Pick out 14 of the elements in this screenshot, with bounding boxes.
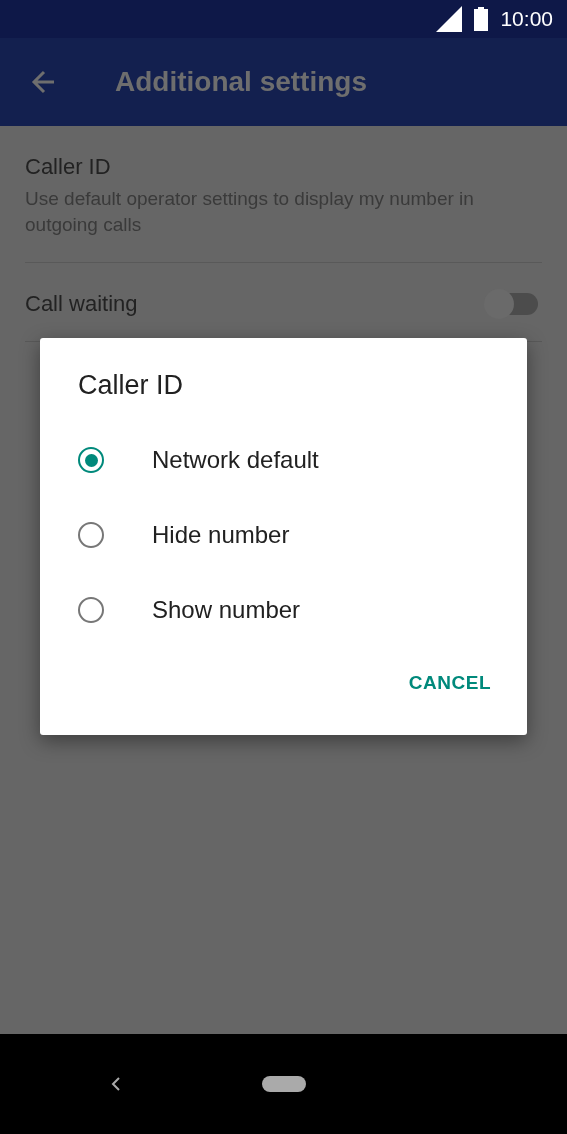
clock: 10:00 (500, 7, 553, 31)
option-label[interactable]: Show number (152, 596, 301, 624)
signal-icon (436, 6, 463, 32)
home-button[interactable] (261, 1076, 306, 1092)
battery-icon (474, 7, 489, 31)
cancel-button[interactable]: CANCEL (398, 664, 501, 702)
screen-title: Additional settings (115, 66, 367, 98)
back-icon[interactable] (111, 1076, 121, 1092)
radio-button[interactable] (78, 522, 104, 548)
option-label[interactable]: Hide number (152, 521, 290, 549)
radio-button[interactable] (78, 447, 104, 473)
option-label[interactable]: Network default (152, 446, 319, 474)
dialog-title: Caller ID (78, 370, 185, 401)
radio-button[interactable] (78, 597, 104, 623)
